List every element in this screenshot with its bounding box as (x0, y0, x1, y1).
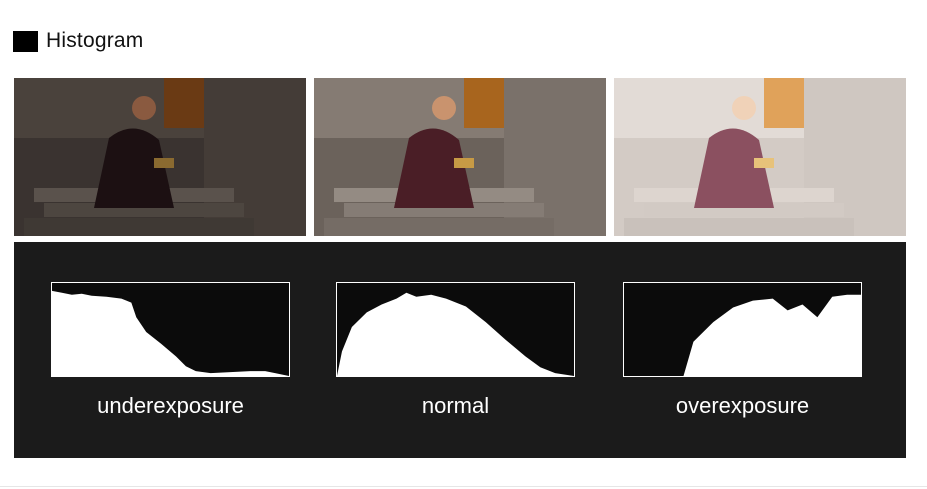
photo-overexposure (614, 78, 906, 236)
heading-title: Histogram (46, 29, 144, 52)
histogram-label-overexposure: overexposure (675, 393, 810, 418)
histogram-underexposure (51, 282, 290, 377)
photo-underexposure (14, 78, 306, 236)
histogram-panel: underexposure normal overexposure (14, 242, 906, 458)
section-heading: Histogram (13, 29, 144, 53)
heading-marker-icon (13, 30, 38, 52)
photo-comparison-row (14, 78, 906, 236)
histogram-normal (336, 282, 575, 377)
photo-normal (314, 78, 606, 236)
histogram-overexposure (623, 282, 862, 377)
histogram-label-underexposure: underexposure (97, 393, 244, 418)
histogram-label-normal: normal (421, 393, 490, 418)
bottom-divider (0, 486, 927, 487)
